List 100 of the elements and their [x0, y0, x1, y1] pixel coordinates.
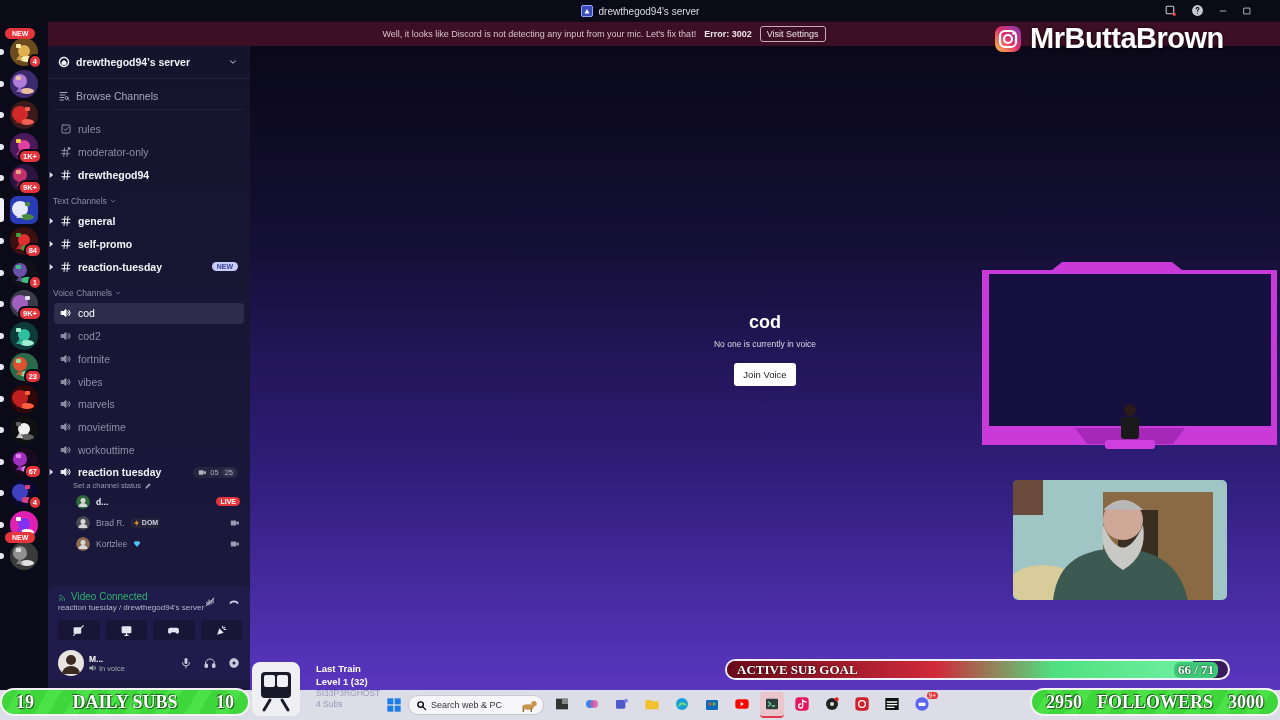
speaker-icon: [60, 420, 72, 433]
goal-target: 10: [216, 691, 234, 713]
server-icon[interactable]: [10, 227, 38, 255]
hash-icon: [60, 238, 72, 251]
server-icon[interactable]: [10, 101, 38, 129]
channel-item[interactable]: marvels: [54, 393, 244, 415]
panel-button[interactable]: [200, 620, 242, 640]
server-icon[interactable]: [10, 38, 38, 66]
browse-icon: [58, 90, 70, 102]
channel-item[interactable]: rules: [54, 118, 244, 140]
channel-item[interactable]: self-promo: [54, 233, 244, 255]
browser-icon: [674, 696, 690, 712]
server-home-icon: [58, 56, 70, 68]
hash-icon: [60, 146, 72, 159]
browse-channels-item[interactable]: Browse Channels: [54, 83, 244, 110]
lightning-icon: [132, 518, 141, 527]
server-icon[interactable]: [10, 353, 38, 381]
speaker-icon: [60, 330, 72, 343]
hash-icon: [60, 260, 72, 273]
server-icon[interactable]: [10, 542, 38, 570]
avatar[interactable]: [58, 650, 84, 676]
channel-handle: MrButtaBrown: [1030, 22, 1224, 55]
server-icon[interactable]: [10, 321, 38, 350]
level-text: Level 1 (32): [316, 675, 369, 688]
chevron-down-icon: [228, 57, 238, 67]
server-icon[interactable]: [10, 447, 38, 476]
visit-settings-button[interactable]: Visit Settings: [759, 26, 826, 42]
server-icon[interactable]: [10, 384, 38, 413]
sub-count: 4 Subs: [316, 699, 344, 710]
camera-off-icon: [72, 623, 86, 637]
chat-icon: [914, 696, 930, 712]
maximize-icon[interactable]: [1242, 5, 1252, 16]
channel-item[interactable]: drewthegod94: [54, 164, 244, 186]
goal-target: 3000: [1228, 691, 1264, 713]
panel-button[interactable]: [153, 620, 195, 640]
channel-item[interactable]: movietime: [54, 416, 244, 438]
pencil-icon[interactable]: [143, 481, 152, 490]
channel-item[interactable]: workouttime: [54, 439, 244, 461]
error-code: Error: 3002: [704, 29, 752, 39]
task-view-icon: [554, 696, 570, 712]
music-note-icon: [794, 696, 810, 712]
ring-icon: [854, 696, 870, 712]
panel-button[interactable]: [105, 620, 147, 640]
empty-voice-message: No one is currently in voice: [713, 339, 816, 349]
category-header[interactable]: Text Channels: [48, 192, 250, 211]
channel-item[interactable]: cod2: [54, 325, 244, 347]
current-count: 19: [16, 691, 34, 713]
checklist-icon: [60, 123, 72, 136]
headphones-icon[interactable]: [204, 657, 216, 669]
avatar: [76, 494, 90, 509]
category-header[interactable]: Voice Channels: [48, 284, 250, 303]
gem-icon: [133, 539, 142, 548]
channel-item[interactable]: vibes: [54, 371, 244, 393]
speaker-icon: [60, 466, 72, 479]
start-icon[interactable]: [386, 697, 402, 713]
speaker-icon: [89, 664, 97, 672]
connection-status: Video Connected: [71, 591, 148, 602]
microphone-icon[interactable]: [180, 657, 192, 669]
people-icon: [614, 696, 630, 712]
noise-suppression-icon[interactable]: [204, 595, 217, 608]
search-field[interactable]: Search web & PC: [408, 695, 544, 715]
server-icon[interactable]: [10, 258, 38, 287]
channel-item[interactable]: fortnite: [54, 348, 244, 370]
avatar: [76, 536, 90, 551]
server-icon[interactable]: [10, 416, 38, 444]
connection-location[interactable]: reaction tuesday / drewthegod94's server: [58, 603, 205, 612]
soundboard-icon: [214, 623, 228, 637]
play-icon: [734, 696, 750, 712]
taskbar-button[interactable]: [760, 692, 784, 718]
channel-item[interactable]: general: [54, 210, 244, 232]
join-voice-button[interactable]: Join Voice: [734, 363, 796, 386]
search-icon: [416, 700, 427, 711]
goal-label: ACTIVE SUB GOAL: [737, 661, 858, 678]
channel-title: cod: [749, 312, 781, 333]
game-logo-icon: [884, 696, 900, 712]
user-name: M...: [89, 653, 105, 664]
channel-item[interactable]: moderator-only: [54, 141, 244, 163]
notice-message: Well, it looks like Discord is not detecting any input from your mic. Let's fix that!: [382, 29, 697, 39]
panel-button[interactable]: [58, 620, 100, 640]
current-count: 2950: [1046, 691, 1082, 713]
speaker-icon: [60, 375, 72, 388]
goal-count: 66 / 71: [1173, 661, 1218, 678]
help-icon[interactable]: [1191, 4, 1204, 17]
speaker-icon: [60, 443, 72, 456]
inbox-icon[interactable]: [1164, 4, 1177, 17]
voice-member[interactable]: Kortzlee: [72, 533, 244, 554]
server-icon: [580, 5, 593, 17]
username: SI33P3RGHOST: [316, 688, 381, 699]
server-icon[interactable]: [10, 195, 38, 224]
disc-icon: [824, 696, 840, 712]
hash-icon: [60, 215, 72, 228]
channel-item[interactable]: cod: [54, 302, 244, 324]
speaker-icon: [60, 307, 72, 320]
speaker-icon: [60, 352, 72, 365]
selected-indicator: [0, 197, 4, 222]
server-icon[interactable]: [10, 69, 38, 98]
speaker-icon: [60, 398, 72, 411]
settings-icon[interactable]: [228, 657, 240, 669]
hash-icon: [60, 168, 72, 181]
video-icon: [198, 467, 208, 477]
